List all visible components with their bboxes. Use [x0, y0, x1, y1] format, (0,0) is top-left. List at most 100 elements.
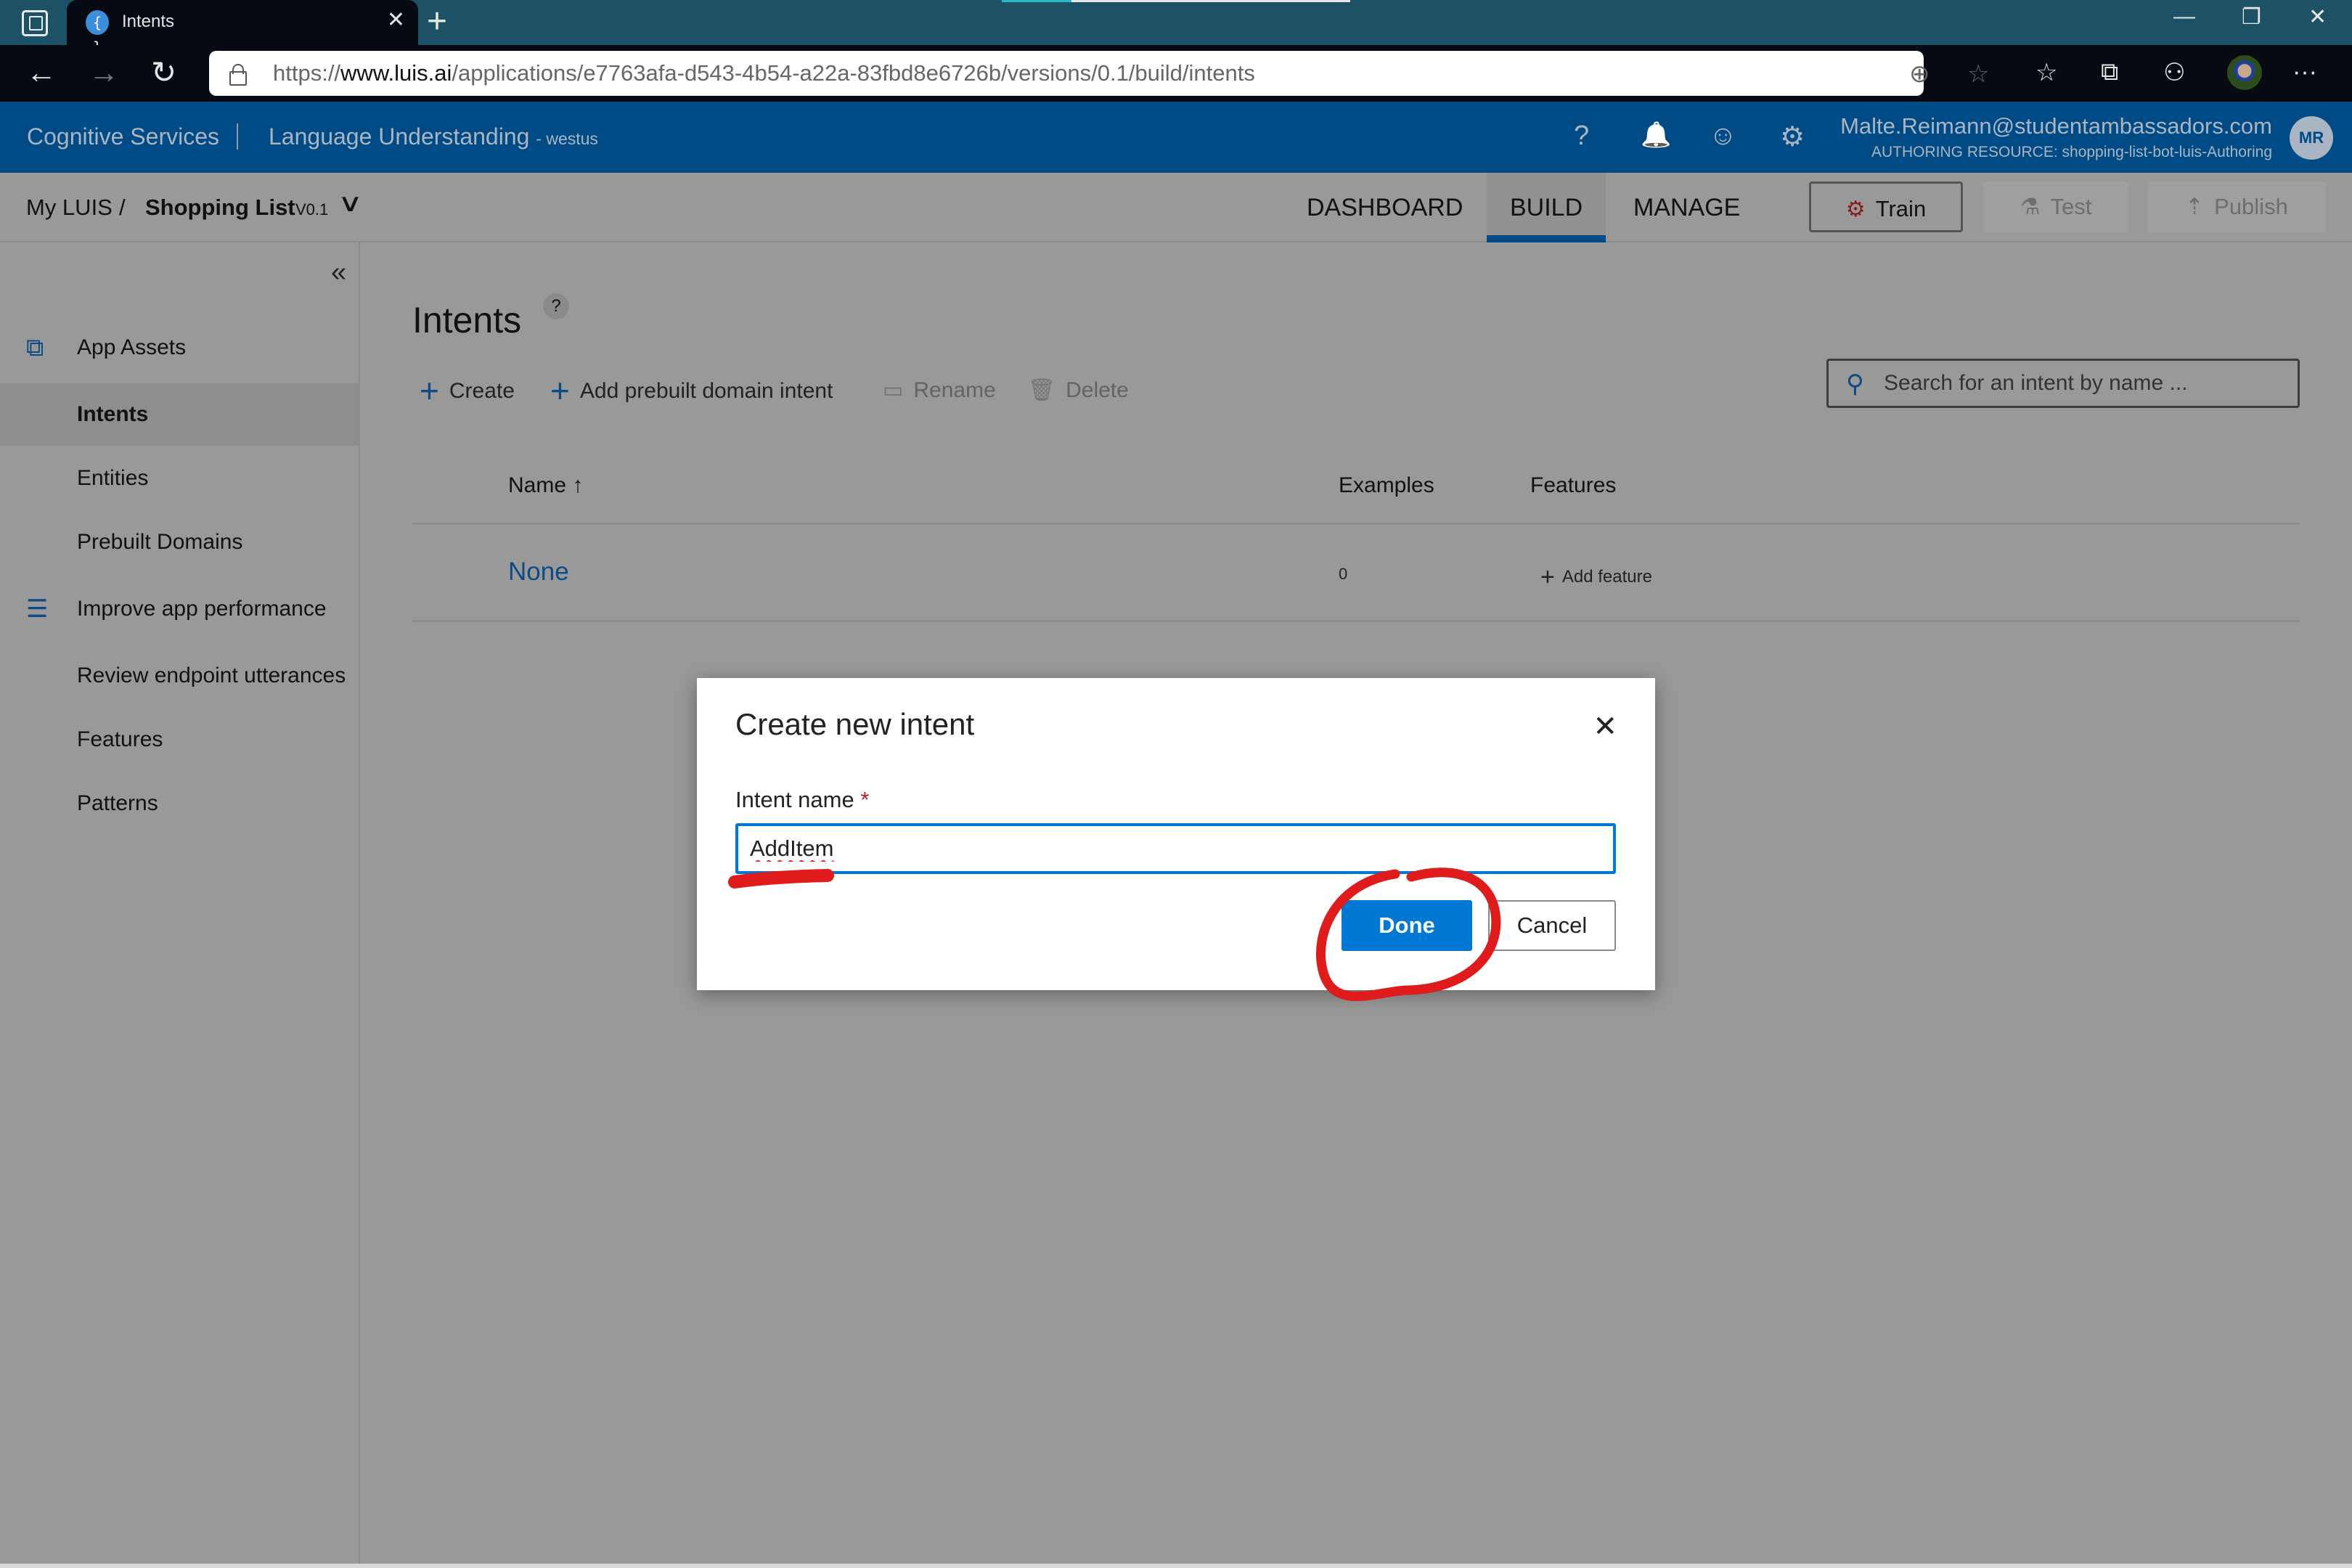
product-name: Language Understanding	[269, 123, 530, 150]
examples-count: 0	[1339, 565, 1348, 583]
feedback-icon[interactable]: ☺	[1709, 121, 1737, 152]
rename-label: Rename	[913, 378, 996, 402]
screen: { } Intents ✕ + — ❐ ✕ ← → ↻ https://www.…	[0, 0, 2352, 1568]
notifications-icon[interactable]: 🔔	[1641, 121, 1671, 150]
sidebar-item-review-endpoint-utterances[interactable]: Review endpoint utterances	[0, 645, 359, 707]
product-link[interactable]: Language Understanding - westus	[269, 123, 598, 150]
intent-name-link[interactable]: None	[508, 558, 569, 587]
trash-icon: 🗑	[1028, 378, 1056, 402]
add-feature-button[interactable]: + Add feature	[1540, 563, 1652, 592]
tab-build[interactable]: BUILD	[1487, 173, 1606, 242]
zoom-icon[interactable]: ⊕	[1909, 60, 1930, 89]
tab-dashboard[interactable]: DASHBOARD	[1283, 173, 1486, 242]
page-title: Intents	[412, 300, 522, 340]
authoring-resource: AUTHORING RESOURCE: shopping-list-bot-lu…	[1871, 144, 2272, 160]
gears-icon: ⚙	[1845, 197, 1866, 221]
url-text[interactable]: https://www.luis.ai/applications/e7763af…	[273, 60, 1255, 86]
flask-icon: ⚗	[2020, 194, 2041, 219]
rename-button[interactable]: ▭ Rename	[883, 376, 996, 405]
luis-favicon-icon: { }	[86, 10, 109, 56]
sidebar-item-patterns[interactable]: Patterns	[0, 772, 359, 835]
name-header-label: Name	[508, 473, 567, 497]
sidebar-item-label: Entities	[77, 466, 149, 490]
intent-name-label-text: Intent name	[735, 787, 854, 812]
minimize-icon[interactable]: —	[2173, 4, 2195, 29]
tab-actions-icon[interactable]	[22, 10, 48, 36]
done-button[interactable]: Done	[1342, 900, 1472, 951]
add-favorite-icon[interactable]: ☆	[1967, 60, 1989, 89]
add-prebuilt-label: Add prebuilt domain intent	[579, 379, 833, 403]
dialog-close-icon[interactable]: ✕	[1593, 710, 1617, 743]
more-icon[interactable]: ···	[2292, 58, 2317, 86]
publish-label: Publish	[2214, 194, 2288, 219]
brand-divider	[237, 123, 238, 150]
plus-icon: +	[420, 372, 439, 409]
breadcrumb-app-name: Shopping List	[145, 195, 295, 220]
loading-indicator	[1002, 0, 1350, 2]
add-prebuilt-domain-intent-button[interactable]: + Add prebuilt domain intent	[550, 374, 833, 407]
plus-icon: +	[1540, 563, 1555, 591]
browser-toolbar: ← → ↻ https://www.luis.ai/applications/e…	[0, 45, 2352, 102]
lock-icon[interactable]	[229, 64, 247, 86]
breadcrumb-my-luis[interactable]: My LUIS	[26, 195, 113, 221]
url-scheme: https://	[273, 60, 341, 86]
sliders-icon: ☰	[26, 595, 49, 623]
help-bubble-icon[interactable]: ?	[543, 293, 569, 319]
new-tab-button[interactable]: +	[427, 3, 447, 41]
refresh-icon[interactable]: ↻	[151, 54, 176, 91]
sidebar-item-label: Patterns	[77, 791, 158, 815]
brand-link[interactable]: Cognitive Services	[27, 123, 219, 150]
window-close-icon[interactable]: ✕	[2308, 4, 2327, 30]
help-icon[interactable]: ?	[1574, 121, 1589, 152]
browser-profile-avatar[interactable]	[2227, 55, 2262, 90]
publish-icon: ⇡	[2185, 194, 2205, 219]
share-icon[interactable]: ⚇	[2163, 58, 2185, 87]
column-header-features[interactable]: Features	[1530, 473, 1616, 498]
dialog-title: Create new intent	[735, 707, 975, 741]
sidebar-item-label: Review endpoint utterances	[77, 663, 346, 687]
sidebar-item-label: Features	[77, 727, 163, 751]
required-asterisk: *	[860, 787, 870, 812]
sidebar-item-entities[interactable]: Entities	[0, 447, 359, 510]
sidebar-item-label: App Assets	[77, 335, 187, 359]
luis-header: Cognitive Services Language Understandin…	[0, 102, 2352, 173]
restore-icon[interactable]: ❐	[2242, 4, 2261, 30]
delete-button[interactable]: 🗑 Delete	[1028, 376, 1129, 405]
create-intent-button[interactable]: + Create	[420, 374, 515, 407]
version-chevron-icon[interactable]: ∨	[338, 189, 363, 218]
user-avatar[interactable]: MR	[2290, 116, 2333, 160]
browser-tabstrip: { } Intents ✕ + — ❐ ✕	[0, 0, 2352, 56]
column-header-examples[interactable]: Examples	[1339, 473, 1434, 498]
cancel-button[interactable]: Cancel	[1488, 900, 1616, 951]
test-button[interactable]: ⚗ Test	[1983, 181, 2128, 232]
url-path: /applications/e7763afa-d543-4b54-a22a-83…	[452, 60, 1255, 86]
user-email[interactable]: Malte.Reimann@studentambassadors.com	[1840, 113, 2272, 139]
app-assets-icon: ⧉	[26, 334, 44, 362]
intent-search-box[interactable]: ⚲	[1826, 359, 2300, 408]
browser-tab-intents[interactable]: { } Intents ✕	[67, 0, 418, 56]
sidebar-item-prebuilt-domains[interactable]: Prebuilt Domains	[0, 511, 359, 573]
settings-icon[interactable]: ⚙	[1780, 121, 1805, 153]
intent-name-input[interactable]	[735, 823, 1616, 874]
train-button[interactable]: ⚙ Train	[1809, 181, 1963, 232]
column-header-name[interactable]: Name ↑	[508, 473, 583, 498]
delete-label: Delete	[1066, 378, 1129, 402]
collapse-sidebar-icon[interactable]: «	[331, 257, 346, 288]
publish-button[interactable]: ⇡ Publish	[2147, 181, 2326, 232]
address-bar[interactable]: https://www.luis.ai/applications/e7763af…	[209, 51, 1989, 96]
sidebar-item-app-assets[interactable]: ⧉ App Assets	[0, 317, 359, 379]
forward-icon[interactable]: →	[89, 54, 119, 91]
intent-search-input[interactable]	[1884, 371, 2290, 396]
sidebar-item-intents[interactable]: Intents	[0, 383, 359, 446]
header-divider	[412, 523, 2300, 525]
collections-icon[interactable]: ⧉	[2101, 58, 2118, 86]
create-label: Create	[449, 379, 515, 403]
sidebar-item-improve-app-performance[interactable]: ☰ Improve app performance	[0, 578, 359, 640]
sidebar-item-features[interactable]: Features	[0, 709, 359, 771]
tab-close-icon[interactable]: ✕	[387, 7, 405, 33]
tab-manage[interactable]: MANAGE	[1610, 173, 1763, 242]
rename-icon: ▭	[883, 378, 904, 402]
search-icon: ⚲	[1846, 370, 1864, 398]
favorites-icon[interactable]: ☆	[2035, 58, 2057, 87]
back-icon[interactable]: ←	[26, 54, 57, 91]
